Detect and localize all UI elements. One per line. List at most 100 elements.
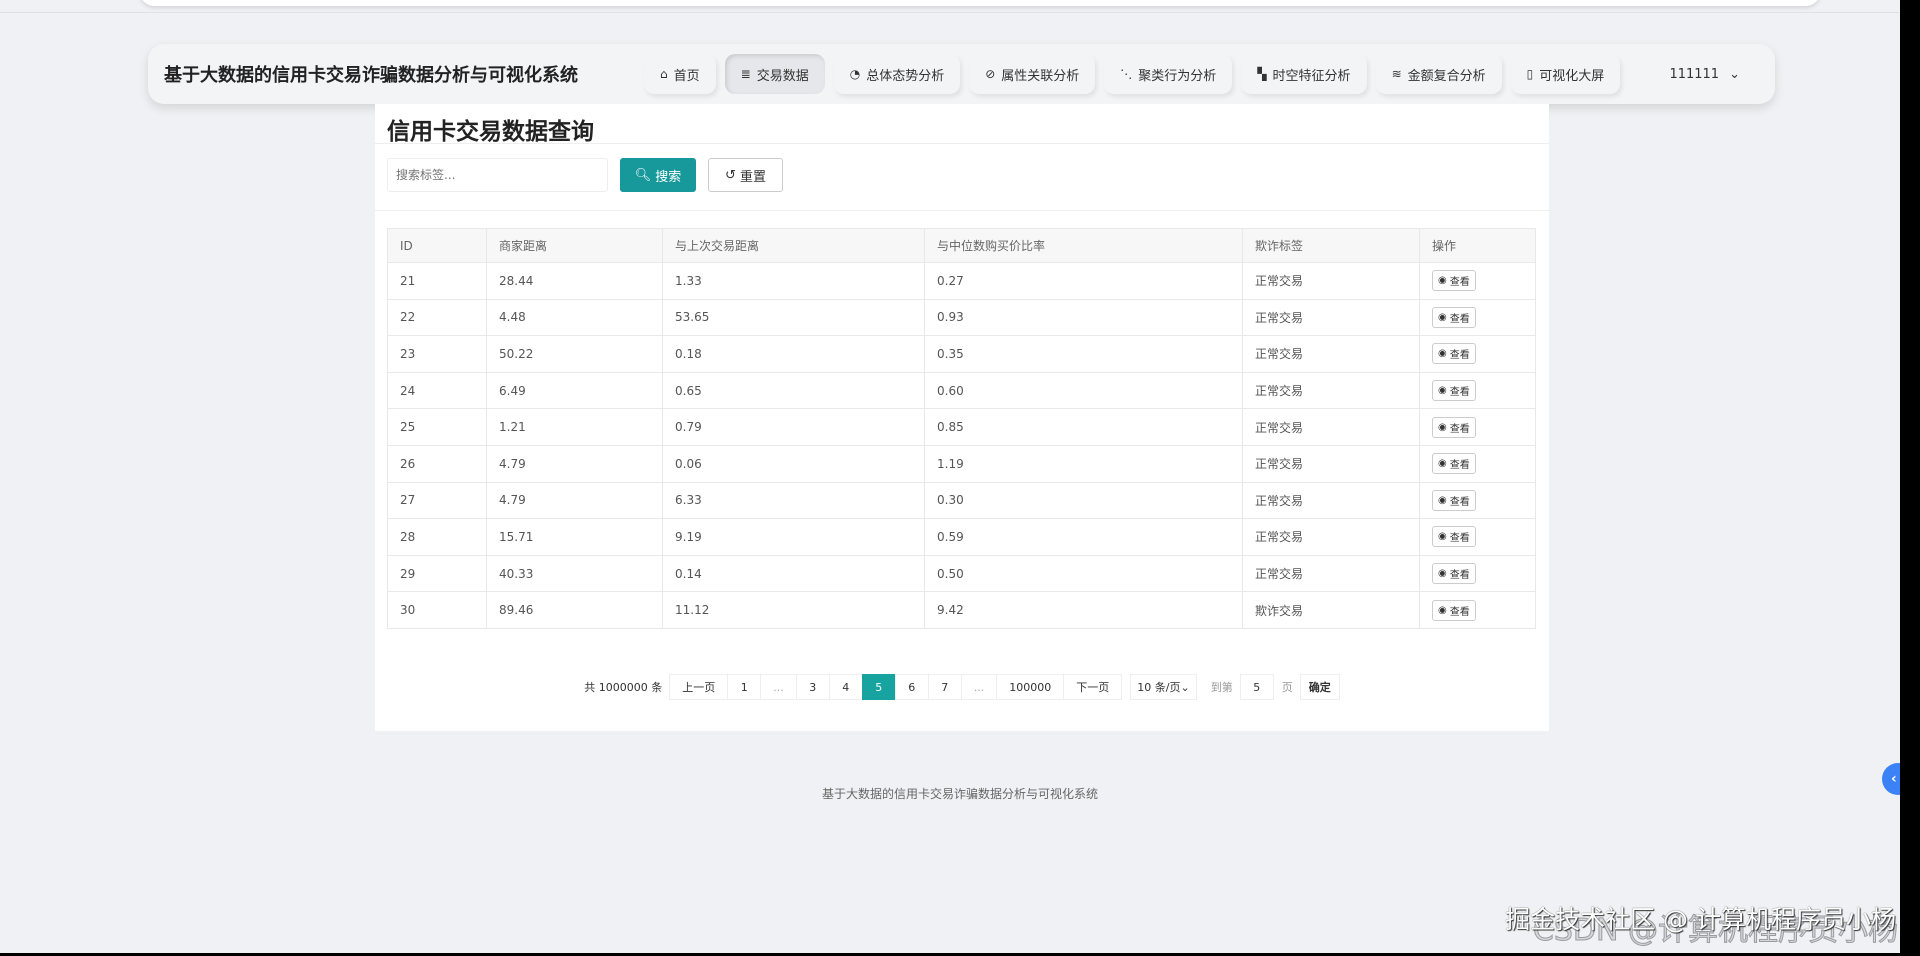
- page-ellipsis[interactable]: ...: [760, 674, 797, 700]
- table-cell: 6.49: [487, 372, 663, 409]
- eye-icon: ◉: [1438, 348, 1447, 359]
- page-4[interactable]: 4: [829, 674, 863, 700]
- table-cell-actions: ◉查看: [1420, 592, 1536, 629]
- content-panel: 信用卡交易数据查询 🔍︎搜索 ↺重置 ID商家距离与上次交易距离与中位数购买价比…: [375, 104, 1549, 731]
- search-button[interactable]: 🔍︎搜索: [620, 158, 696, 192]
- table-cell: 0.85: [925, 409, 1243, 446]
- search-button-label: 搜索: [655, 166, 681, 185]
- nav-item-6[interactable]: ≋ 金额复合分析: [1376, 54, 1502, 94]
- table-row: 274.796.330.30正常交易◉查看: [388, 482, 1536, 519]
- page-1[interactable]: 1: [727, 674, 761, 700]
- view-button-label: 查看: [1450, 420, 1470, 435]
- view-button[interactable]: ◉查看: [1432, 563, 1476, 584]
- page-size-value: 10 条/页: [1137, 679, 1180, 695]
- column-header: 商家距离: [487, 229, 663, 263]
- nav-icon: ≋: [1392, 67, 1402, 81]
- table-cell: 23: [388, 336, 487, 373]
- table-cell: 15.71: [487, 519, 663, 556]
- table-cell: 正常交易: [1243, 482, 1420, 519]
- prev-page-button[interactable]: 上一页: [669, 674, 728, 700]
- table-cell: 0.06: [663, 445, 925, 482]
- nav-item-label: 总体态势分析: [866, 65, 944, 84]
- view-button[interactable]: ◉查看: [1432, 307, 1476, 328]
- nav-item-2[interactable]: ◔ 总体态势分析: [834, 54, 961, 94]
- view-button[interactable]: ◉查看: [1432, 417, 1476, 438]
- chevron-left-icon: ‹: [1891, 771, 1897, 787]
- table-cell: 1.21: [487, 409, 663, 446]
- footer-text: 基于大数据的信用卡交易诈骗数据分析与可视化系统: [0, 785, 1920, 802]
- nav-item-3[interactable]: ⊘属性关联分析: [969, 54, 1095, 94]
- table-cell: 40.33: [487, 555, 663, 592]
- nav-item-1[interactable]: ≣交易数据: [725, 54, 825, 94]
- column-header: 欺诈标签: [1243, 229, 1420, 263]
- view-button[interactable]: ◉查看: [1432, 270, 1476, 291]
- nav-icon: ⋱: [1120, 67, 1132, 81]
- nav-item-label: 金额复合分析: [1408, 65, 1486, 84]
- navbar: 基于大数据的信用卡交易诈骗数据分析与可视化系统 ⌂首页≣交易数据◔总体态势分析⊘…: [148, 44, 1775, 104]
- table-cell: 0.65: [663, 372, 925, 409]
- page-100000[interactable]: 100000: [996, 674, 1064, 700]
- page-7[interactable]: 7: [928, 674, 962, 700]
- reset-button[interactable]: ↺重置: [708, 158, 783, 192]
- nav-item-7[interactable]: ▯可视化大屏: [1511, 54, 1621, 94]
- nav-item-0[interactable]: ⌂首页: [644, 54, 716, 94]
- page-size-select[interactable]: 10 条/页 ⌄: [1130, 674, 1196, 700]
- table-cell: 89.46: [487, 592, 663, 629]
- eye-icon: ◉: [1438, 312, 1447, 323]
- nav-item-label: 聚类行为分析: [1138, 65, 1216, 84]
- view-button-label: 查看: [1450, 603, 1470, 618]
- next-page-button[interactable]: 下一页: [1063, 674, 1122, 700]
- table-cell: 0.59: [925, 519, 1243, 556]
- goto-page-input[interactable]: 5: [1240, 674, 1274, 700]
- table-cell: 50.22: [487, 336, 663, 373]
- view-button[interactable]: ◉查看: [1432, 453, 1476, 474]
- table-row: 2350.220.180.35正常交易◉查看: [388, 336, 1536, 373]
- table-row: 2940.330.140.50正常交易◉查看: [388, 555, 1536, 592]
- table-cell: 22: [388, 299, 487, 336]
- page-6[interactable]: 6: [895, 674, 929, 700]
- nav-icon: ▯: [1527, 67, 1534, 81]
- view-button-label: 查看: [1450, 566, 1470, 581]
- table-cell-actions: ◉查看: [1420, 519, 1536, 556]
- view-button[interactable]: ◉查看: [1432, 526, 1476, 547]
- page-ellipsis[interactable]: ...: [961, 674, 998, 700]
- table-cell: 正常交易: [1243, 445, 1420, 482]
- table-row: 264.790.061.19正常交易◉查看: [388, 445, 1536, 482]
- main-menu: ⌂首页≣交易数据 ◔ 总体态势分析 ⊘属性关联分析 ⋱ 聚类行为分析 ▚时空特征分析 ≋ 金额复…: [644, 54, 1620, 94]
- chevron-down-icon: ⌄: [1180, 681, 1189, 694]
- nav-item-5[interactable]: ▚时空特征分析: [1241, 54, 1366, 94]
- view-button[interactable]: ◉查看: [1432, 490, 1476, 511]
- table-cell-actions: ◉查看: [1420, 482, 1536, 519]
- table-cell: 28.44: [487, 263, 663, 300]
- eye-icon: ◉: [1438, 422, 1447, 433]
- nav-item-4[interactable]: ⋱ 聚类行为分析: [1104, 54, 1232, 94]
- nav-icon: ≣: [741, 67, 751, 81]
- eye-icon: ◉: [1438, 531, 1447, 542]
- nav-icon: ◔: [850, 67, 860, 81]
- goto-suffix: 页: [1282, 679, 1293, 695]
- table-cell: 21: [388, 263, 487, 300]
- table-cell: 正常交易: [1243, 263, 1420, 300]
- goto-confirm-button[interactable]: 确定: [1300, 674, 1340, 700]
- view-button[interactable]: ◉查看: [1432, 343, 1476, 364]
- page-3[interactable]: 3: [796, 674, 830, 700]
- view-button[interactable]: ◉查看: [1432, 380, 1476, 401]
- user-menu[interactable]: 111111 ⌄: [1669, 67, 1740, 82]
- view-button[interactable]: ◉查看: [1432, 600, 1476, 621]
- page-5[interactable]: 5: [862, 674, 896, 700]
- view-button-label: 查看: [1450, 346, 1470, 361]
- table-cell: 0.30: [925, 482, 1243, 519]
- divider: [375, 143, 1549, 144]
- search-input[interactable]: [387, 158, 608, 192]
- screen-edge: [1900, 0, 1920, 956]
- eye-icon: ◉: [1438, 458, 1447, 469]
- table-row: 3089.4611.129.42欺诈交易◉查看: [388, 592, 1536, 629]
- column-header: 与中位数购买价比率: [925, 229, 1243, 263]
- eye-icon: ◉: [1438, 568, 1447, 579]
- table-cell: 4.48: [487, 299, 663, 336]
- divider: [375, 210, 1549, 211]
- table-cell: 1.33: [663, 263, 925, 300]
- column-header: 操作: [1420, 229, 1536, 263]
- nav-item-label: 时空特征分析: [1273, 65, 1351, 84]
- table-cell: 正常交易: [1243, 336, 1420, 373]
